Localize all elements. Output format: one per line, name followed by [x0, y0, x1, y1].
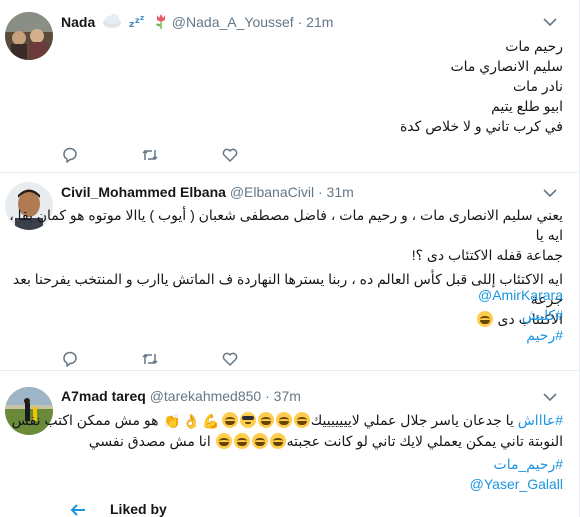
hashtag-link[interactable]: #كلبش: [522, 305, 563, 325]
laughing-emoji-icon: [221, 412, 238, 428]
display-name[interactable]: Nada: [61, 14, 95, 30]
tweet-header: Civil_Mohammed Elbana @ElbanaCivil · 31m: [61, 183, 354, 201]
separator-dot: ·: [297, 14, 303, 30]
tweet[interactable]: A7mad tareq @tarekahmed850 · 37m #عاااش …: [0, 370, 579, 498]
laughing-emoji-icon: [476, 311, 493, 327]
liked-by-label: Liked by: [110, 501, 167, 517]
timestamp[interactable]: 37m: [274, 388, 301, 404]
laughing-emoji-icon: [215, 433, 232, 449]
tweet[interactable]: Nada zzz @Nada_A_Youssef · 21m رحيم مات …: [0, 0, 579, 173]
hashtag-link[interactable]: #رحيم_مات: [494, 454, 563, 474]
user-handle[interactable]: @Nada_A_Youssef: [172, 14, 294, 30]
timestamp[interactable]: 31m: [327, 184, 354, 200]
tweet-line: في كرب تاني و لا خلاص كدة: [399, 118, 563, 134]
separator-dot: ·: [317, 184, 323, 200]
ok-hand-icon: 👌: [182, 413, 201, 429]
tweet-header: A7mad tareq @tarekahmed850 · 37m: [61, 387, 301, 405]
like-heart-icon[interactable]: [221, 350, 239, 368]
tweet-line: الاكتئاب دى: [0, 309, 563, 329]
timeline: Nada zzz @Nada_A_Youssef · 21m رحيم مات …: [0, 0, 580, 517]
sleeping-zzz-icon: zzz: [129, 14, 147, 32]
retweet-icon[interactable]: [141, 350, 159, 368]
tweet-line: سليم الانصاري مات: [450, 58, 563, 74]
chevron-down-icon[interactable]: [543, 17, 557, 27]
liked-by-row[interactable]: Liked by: [0, 498, 579, 517]
avatar[interactable]: [5, 12, 53, 60]
cloud-icon: [102, 14, 122, 32]
timestamp[interactable]: 21m: [306, 14, 333, 30]
user-handle[interactable]: @ElbanaCivil: [230, 184, 314, 200]
laughing-emoji-icon: [269, 433, 286, 449]
svg-text:z: z: [140, 14, 144, 22]
tweet-line: نادر مات: [513, 78, 563, 94]
reply-icon[interactable]: [61, 350, 79, 368]
laughing-emoji-icon: [293, 412, 310, 428]
tweet-text: #عاااش يا جدعان ياسر جلال عملي لاييييييي…: [12, 410, 563, 451]
mention-link[interactable]: @Yaser_Galall: [470, 474, 563, 494]
mention-link[interactable]: @AmirKarara: [478, 285, 563, 305]
clapping-hands-icon: 👏: [163, 413, 181, 429]
svg-text:z: z: [129, 20, 134, 28]
tweet-line: النوبتة تاني يمكن يعملي لايك تاني لو كان…: [88, 433, 563, 449]
display-name[interactable]: Civil_Mohammed Elbana: [61, 184, 226, 200]
tweet-line: رحيم مات: [505, 38, 563, 54]
laughing-emoji-icon: [275, 412, 292, 428]
tweet[interactable]: Civil_Mohammed Elbana @ElbanaCivil · 31m…: [0, 172, 579, 371]
tweet-text: رحيم مات سليم الانصاري مات نادر مات ابيو…: [400, 36, 563, 136]
laughing-emoji-icon: [257, 412, 274, 428]
hashtag-link[interactable]: #عاااش: [518, 412, 563, 428]
chevron-down-icon[interactable]: [543, 392, 557, 402]
laughing-emoji-icon: [251, 433, 268, 449]
flexed-biceps-icon: 💪: [202, 413, 220, 429]
sunglasses-emoji-icon: [239, 412, 256, 428]
separator-dot: ·: [265, 388, 270, 404]
back-arrow-icon[interactable]: [70, 504, 86, 516]
tweet-text: يعني سليم الانصارى مات ، و رحيم مات ، فا…: [0, 205, 563, 329]
chevron-down-icon[interactable]: [543, 188, 557, 198]
display-name[interactable]: A7mad tareq: [61, 388, 146, 404]
tweet-line: يعني سليم الانصارى مات ، و رحيم مات ، فا…: [9, 207, 563, 243]
tweet-line: #عاااش يا جدعان ياسر جلال عملي لاييييييي…: [11, 412, 563, 429]
tweet-header: Nada zzz @Nada_A_Youssef · 21m: [61, 13, 333, 33]
hashtag-link[interactable]: #رحيم: [526, 325, 563, 345]
laughing-emoji-icon: [233, 433, 250, 449]
reply-icon[interactable]: [61, 146, 79, 164]
tweet-line: ابيو طلع يتيم: [491, 98, 563, 114]
like-heart-icon[interactable]: [221, 146, 239, 164]
user-handle[interactable]: @tarekahmed850: [150, 388, 262, 404]
tulip-icon: [154, 13, 168, 33]
retweet-icon[interactable]: [141, 146, 159, 164]
tweet-line: جماعة قفله الاكتئاب دى ؟!: [411, 247, 563, 263]
